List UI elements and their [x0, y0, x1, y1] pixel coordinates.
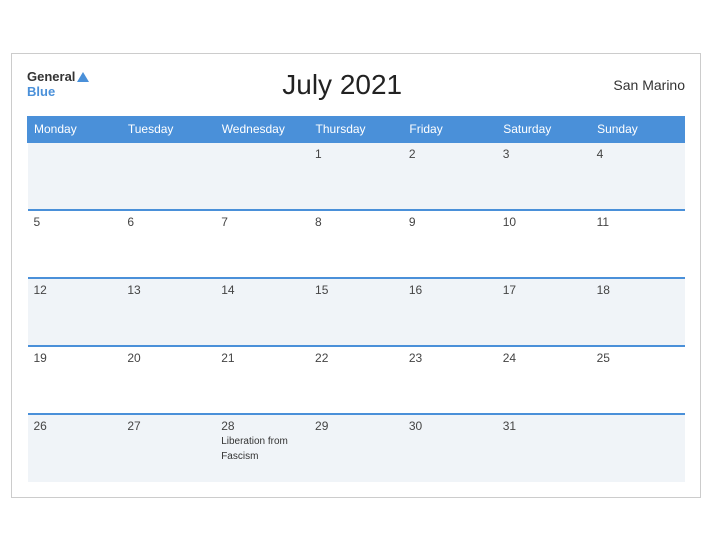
calendar-week-row: 56789 10 11 — [28, 210, 685, 278]
logo-triangle-icon — [77, 72, 89, 82]
calendar-cell: 3 — [497, 142, 591, 210]
calendar-cell: 1 — [309, 142, 403, 210]
date-number: 31 — [503, 419, 585, 433]
date-number: 29 — [315, 419, 397, 433]
header-sunday: Sunday — [591, 116, 685, 142]
calendar-cell — [28, 142, 122, 210]
calendar-cell — [215, 142, 309, 210]
calendar-cell: 9 — [403, 210, 497, 278]
date-number: 4 — [597, 147, 679, 161]
date-number: 18 — [597, 283, 679, 297]
calendar-cell: 28 Liberation from Fascism — [215, 414, 309, 482]
header-wednesday: Wednesday — [215, 116, 309, 142]
date-number: 5 — [34, 215, 116, 229]
calendar-cell: 16 — [403, 278, 497, 346]
date-number: 2 — [409, 147, 491, 161]
calendar-cell: 10 — [497, 210, 591, 278]
calendar-week-row: 26 27 28 Liberation from Fascism 29 30 31 — [28, 414, 685, 482]
logo: General Blue — [27, 70, 89, 99]
header-saturday: Saturday — [497, 116, 591, 142]
calendar-cell: 17 — [497, 278, 591, 346]
holiday-label: Liberation from Fascism — [221, 436, 288, 462]
calendar-week-row: 19 20 21 22 23 24 25 — [28, 346, 685, 414]
date-number: 28 — [221, 419, 303, 433]
calendar-cell: 6 — [121, 210, 215, 278]
calendar-cell: 24 — [497, 346, 591, 414]
calendar-cell: 15 — [309, 278, 403, 346]
calendar-cell: 22 — [309, 346, 403, 414]
date-number: 9 — [409, 215, 491, 229]
weekday-header-row: Monday Tuesday Wednesday Thursday Friday… — [28, 116, 685, 142]
date-number: 3 — [503, 147, 585, 161]
calendar-cell: 4 — [591, 142, 685, 210]
logo-blue-text: Blue — [27, 85, 89, 99]
date-number: 10 — [503, 215, 585, 229]
date-number: 23 — [409, 351, 491, 365]
calendar-cell: 19 — [28, 346, 122, 414]
calendar-cell: 20 — [121, 346, 215, 414]
calendar-cell: 2 — [403, 142, 497, 210]
date-number: 13 — [127, 283, 209, 297]
date-number: 1 — [315, 147, 397, 161]
date-number: 30 — [409, 419, 491, 433]
date-number: 27 — [127, 419, 209, 433]
calendar-container: General Blue July 2021 San Marino Monday… — [11, 53, 701, 498]
calendar-cell — [121, 142, 215, 210]
date-number: 8 — [315, 215, 397, 229]
calendar-cell: 26 — [28, 414, 122, 482]
calendar-grid: Monday Tuesday Wednesday Thursday Friday… — [27, 116, 685, 482]
date-number: 24 — [503, 351, 585, 365]
calendar-week-row: 1234 — [28, 142, 685, 210]
calendar-cell: 12 — [28, 278, 122, 346]
date-number: 7 — [221, 215, 303, 229]
date-number: 12 — [34, 283, 116, 297]
calendar-country: San Marino — [595, 77, 685, 93]
date-number: 26 — [34, 419, 116, 433]
calendar-header: General Blue July 2021 San Marino — [27, 64, 685, 106]
date-number: 19 — [34, 351, 116, 365]
calendar-title: July 2021 — [89, 69, 595, 101]
calendar-cell: 7 — [215, 210, 309, 278]
calendar-cell: 21 — [215, 346, 309, 414]
calendar-cell: 11 — [591, 210, 685, 278]
calendar-cell: 14 — [215, 278, 309, 346]
date-number: 22 — [315, 351, 397, 365]
calendar-cell: 13 — [121, 278, 215, 346]
date-number: 21 — [221, 351, 303, 365]
calendar-week-row: 12 13 14 15 16 17 18 — [28, 278, 685, 346]
calendar-cell: 5 — [28, 210, 122, 278]
calendar-cell: 30 — [403, 414, 497, 482]
header-thursday: Thursday — [309, 116, 403, 142]
header-friday: Friday — [403, 116, 497, 142]
date-number: 17 — [503, 283, 585, 297]
calendar-cell: 31 — [497, 414, 591, 482]
date-number: 20 — [127, 351, 209, 365]
date-number: 16 — [409, 283, 491, 297]
date-number: 6 — [127, 215, 209, 229]
calendar-cell: 25 — [591, 346, 685, 414]
calendar-cell — [591, 414, 685, 482]
logo-general-text: General — [27, 70, 75, 84]
date-number: 11 — [597, 215, 679, 229]
calendar-cell: 29 — [309, 414, 403, 482]
calendar-cell: 23 — [403, 346, 497, 414]
header-monday: Monday — [28, 116, 122, 142]
calendar-cell: 27 — [121, 414, 215, 482]
calendar-cell: 18 — [591, 278, 685, 346]
calendar-cell: 8 — [309, 210, 403, 278]
header-tuesday: Tuesday — [121, 116, 215, 142]
date-number: 14 — [221, 283, 303, 297]
date-number: 15 — [315, 283, 397, 297]
date-number: 25 — [597, 351, 679, 365]
